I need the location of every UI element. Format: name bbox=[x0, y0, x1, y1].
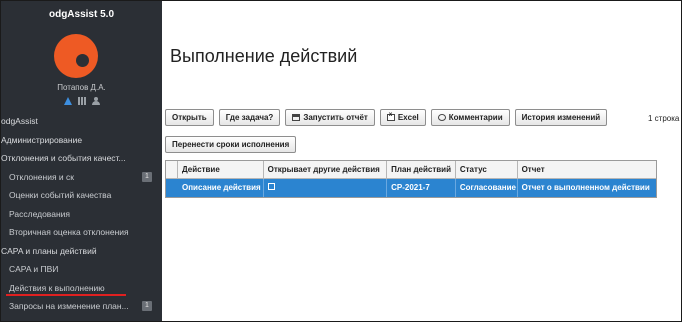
count-badge: 1 bbox=[142, 301, 152, 311]
table-cell[interactable] bbox=[264, 179, 388, 197]
table-row[interactable]: Описание действия CP-2021-7 Согласование… bbox=[166, 179, 656, 197]
open-button-label: Открыть bbox=[172, 113, 207, 122]
sidebar-item-label: Оценки событий качества bbox=[9, 190, 112, 200]
where-task-button-label: Где задача? bbox=[225, 113, 274, 122]
sidebar-item-capa-pvi[interactable]: CAPA и ПВИ bbox=[1, 260, 162, 279]
sidebar-item-label: Администрирование bbox=[1, 134, 83, 145]
sidebar-item-label: odgAssist bbox=[1, 116, 38, 126]
row-count: 1 строка bbox=[648, 114, 680, 123]
sidebar-item-deviations[interactable]: Отклонения и ск 1 bbox=[1, 168, 162, 187]
postpone-button-label: Перенести сроки исполнения bbox=[172, 140, 290, 149]
sidebar-item-actions-to-do[interactable]: Действия к выполнению bbox=[1, 279, 162, 298]
sidebar-item-label: Вторичная оценка отклонения bbox=[9, 227, 129, 237]
sidebar-item-secondary-assessment[interactable]: Вторичная оценка отклонения bbox=[1, 223, 162, 242]
sidebar-menu: odgAssist Администрирование Отклонения и… bbox=[1, 112, 162, 316]
table-cell[interactable]: Отчет о выполненном действии bbox=[518, 179, 656, 197]
comments-button[interactable]: Комментарии bbox=[430, 109, 510, 126]
sidebar-item-label: CAPA и планы действий bbox=[1, 245, 97, 256]
actions-table: Действие Открывает другие действия План … bbox=[165, 160, 657, 198]
sidebar-item-label: Расследования bbox=[9, 208, 70, 219]
user-name: Потапов Д.А. bbox=[57, 83, 106, 92]
sidebar-item-capa-section[interactable]: CAPA и планы действий bbox=[1, 242, 162, 261]
postpone-button[interactable]: Перенести сроки исполнения bbox=[165, 136, 297, 153]
row-selector[interactable] bbox=[166, 179, 178, 197]
sidebar-item-plan-change-requests[interactable]: Запросы на изменение план... 1 bbox=[1, 297, 162, 316]
column-header[interactable]: Действие bbox=[178, 161, 264, 178]
column-header[interactable]: Отчет bbox=[518, 161, 656, 178]
run-report-button-label: Запустить отчёт bbox=[303, 113, 368, 122]
active-underline bbox=[6, 294, 126, 296]
table-cell[interactable]: CP-2021-7 bbox=[387, 179, 456, 197]
column-header[interactable]: План действий bbox=[387, 161, 456, 178]
main-content: Выполнение действий Открыть Где задача? … bbox=[162, 1, 681, 321]
count-badge: 1 bbox=[142, 171, 152, 182]
sidebar-item-odgassist[interactable]: odgAssist bbox=[1, 112, 162, 131]
warning-icon[interactable] bbox=[63, 97, 72, 105]
column-header[interactable]: Открывает другие действия bbox=[264, 161, 388, 178]
table-header: Действие Открывает другие действия План … bbox=[166, 161, 656, 179]
sidebar-item-label: CAPA и ПВИ bbox=[9, 264, 59, 274]
excel-button-label: Excel bbox=[397, 113, 419, 122]
excel-button[interactable]: Excel bbox=[379, 109, 426, 126]
sidebar-item-deviations-section[interactable]: Отклонения и события качест... bbox=[1, 149, 162, 168]
user-icons bbox=[1, 97, 162, 105]
open-button[interactable]: Открыть bbox=[165, 109, 214, 126]
page-title: Выполнение действий bbox=[170, 46, 358, 66]
column-header[interactable] bbox=[166, 161, 178, 178]
avatar[interactable] bbox=[54, 34, 98, 78]
sidebar-item-label: Действия к выполнению bbox=[9, 282, 105, 293]
grid-icon[interactable] bbox=[77, 97, 86, 105]
sidebar-item-investigations[interactable]: Расследования bbox=[1, 205, 162, 224]
history-button-label: История изменений bbox=[521, 113, 601, 122]
table-cell[interactable]: Согласование bbox=[456, 179, 518, 197]
sidebar-item-quality-assessments[interactable]: Оценки событий качества bbox=[1, 186, 162, 205]
sidebar-item-label: Отклонения и события качест... bbox=[1, 153, 126, 163]
sidebar-item-label: Отклонения и ск bbox=[9, 171, 75, 182]
sidebar: odgAssist 5.0 Потапов Д.А. odgAssist Адм… bbox=[1, 1, 162, 321]
toolbar-secondary: Перенести сроки исполнения bbox=[165, 134, 297, 153]
comments-button-label: Комментарии bbox=[448, 113, 503, 122]
print-icon bbox=[292, 114, 301, 121]
sidebar-item-administration[interactable]: Администрирование bbox=[1, 131, 162, 150]
run-report-button[interactable]: Запустить отчёт bbox=[285, 109, 375, 126]
toolbar: Открыть Где задача? Запустить отчёт Exce… bbox=[165, 109, 608, 126]
table-cell[interactable]: Описание действия bbox=[178, 179, 264, 197]
app-title: odgAssist 5.0 bbox=[48, 9, 115, 20]
app-window: odgAssist 5.0 Потапов Д.А. odgAssist Адм… bbox=[0, 0, 682, 322]
opens-other-checkbox[interactable] bbox=[267, 183, 275, 191]
excel-icon bbox=[386, 112, 395, 121]
user-icon[interactable] bbox=[91, 97, 100, 105]
history-button[interactable]: История изменений bbox=[514, 109, 608, 126]
where-task-button[interactable]: Где задача? bbox=[218, 109, 281, 126]
column-header[interactable]: Статус bbox=[456, 161, 518, 178]
comment-icon bbox=[437, 114, 446, 121]
sidebar-item-label: Запросы на изменение план... bbox=[9, 301, 129, 311]
